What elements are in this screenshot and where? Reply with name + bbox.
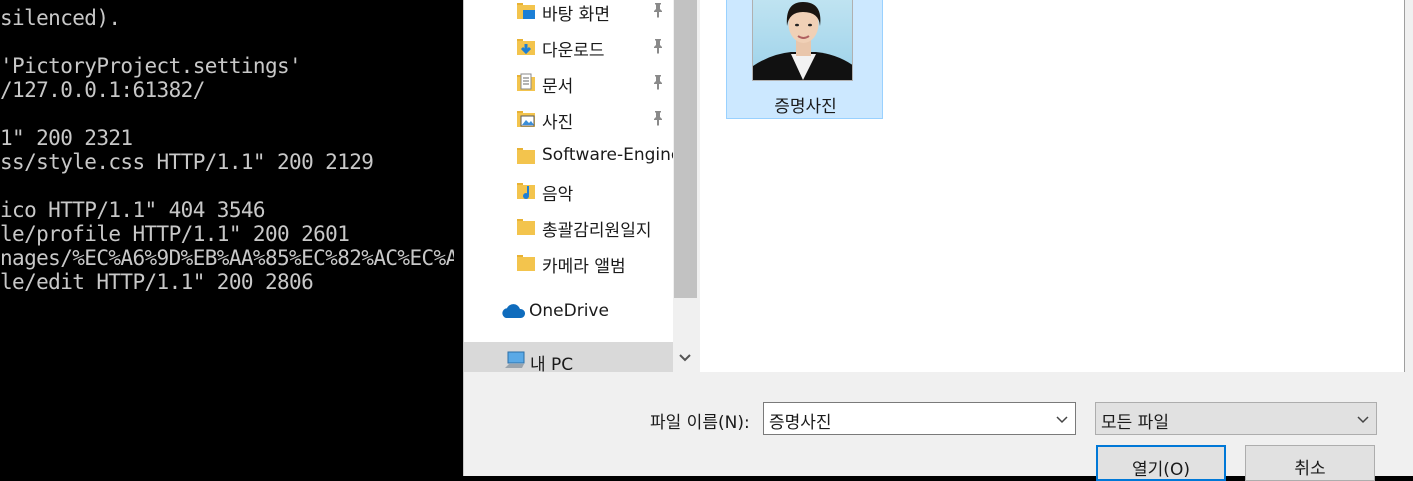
pin-icon	[654, 3, 662, 18]
pictures-folder-icon	[517, 111, 535, 127]
photo-thumbnail	[752, 0, 853, 81]
documents-folder-icon	[517, 73, 535, 91]
pin-icon	[654, 75, 662, 90]
nav-item-label: 내 PC	[530, 355, 574, 372]
downloads-folder-icon	[517, 39, 535, 55]
folder-icon	[517, 255, 535, 271]
nav-item-documents[interactable]: 문서	[464, 66, 673, 102]
filename-value: 증명사진	[769, 413, 832, 433]
filename-input[interactable]: 증명사진	[763, 402, 1076, 435]
console-line: 1" 200 2321	[0, 126, 133, 150]
nav-item-supervision-log[interactable]: 총괄감리원일지	[464, 210, 673, 246]
console-line: ss/style.css HTTP/1.1" 200 2129	[0, 150, 374, 174]
nav-item-label: OneDrive	[529, 301, 609, 321]
nav-item-desktop[interactable]: 바탕 화면	[464, 0, 673, 30]
nav-scrollbar[interactable]	[673, 0, 698, 372]
nav-item-this-pc[interactable]: 내 PC	[464, 342, 673, 372]
navigation-pane[interactable]: 바탕 화면 다운로드 문서 사진 Software-Engine 음악 총괄감리…	[464, 0, 673, 372]
folder-icon	[517, 148, 535, 164]
nav-item-label: 문서	[542, 77, 574, 97]
music-folder-icon	[517, 183, 535, 199]
open-button-label: 열기(O)	[1132, 460, 1190, 480]
dialog-footer: 파일 이름(N): 증명사진 모든 파일 열기(O) 취소	[464, 372, 1413, 481]
filename-label: 파일 이름(N):	[650, 413, 750, 433]
console-line: /127.0.0.1:61382/	[0, 78, 205, 102]
filetype-value: 모든 파일	[1101, 413, 1169, 433]
console-line: le/profile HTTP/1.1" 200 2601	[0, 222, 350, 246]
console-line: 'PictoryProject.settings'	[0, 54, 302, 78]
nav-item-downloads[interactable]: 다운로드	[464, 30, 673, 66]
open-file-dialog: 바탕 화면 다운로드 문서 사진 Software-Engine 음악 총괄감리…	[463, 0, 1413, 481]
portrait-image	[753, 2, 852, 80]
nav-item-camera-roll[interactable]: 카메라 앨범	[464, 246, 673, 282]
nav-item-music[interactable]: 음악	[464, 174, 673, 210]
nav-item-onedrive[interactable]: OneDrive	[464, 295, 673, 331]
nav-item-label: 카메라 앨범	[542, 257, 626, 277]
cancel-button-label: 취소	[1294, 459, 1326, 479]
console-line: le/edit HTTP/1.1" 200 2806	[0, 270, 314, 294]
console-line: silenced).	[0, 6, 121, 30]
folder-icon	[517, 219, 535, 235]
nav-item-label: 바탕 화면	[542, 5, 610, 25]
pin-icon	[654, 111, 662, 126]
pin-icon	[654, 39, 662, 54]
onedrive-cloud-icon	[502, 304, 526, 318]
nav-item-pictures[interactable]: 사진	[464, 102, 673, 138]
file-item[interactable]: 증명사진	[726, 0, 883, 119]
console-line: nages/%EC%A6%9D%EB%AA%85%EC%82%AC%EC%A7	[0, 246, 454, 270]
file-list[interactable]: 증명사진	[700, 0, 1405, 372]
nav-item-label: Software-Engine	[542, 145, 673, 165]
console-line: ico HTTP/1.1" 404 3546	[0, 198, 266, 222]
window-gap	[454, 0, 463, 476]
chevron-down-icon[interactable]	[1055, 412, 1069, 426]
nav-item-software-engine[interactable]: Software-Engine	[464, 139, 673, 175]
chevron-down-icon[interactable]	[1356, 412, 1370, 426]
nav-item-label: 다운로드	[542, 41, 605, 61]
this-pc-icon	[505, 351, 525, 368]
nav-item-label: 음악	[542, 185, 574, 205]
nav-item-label: 사진	[542, 113, 574, 133]
file-name: 증명사진	[774, 97, 837, 117]
console-window: silenced). 'PictoryProject.settings' /12…	[0, 0, 454, 476]
nav-item-label: 총괄감리원일지	[542, 221, 652, 241]
desktop-folder-icon	[517, 3, 535, 19]
scroll-down-icon[interactable]	[676, 348, 694, 368]
filetype-select[interactable]: 모든 파일	[1095, 402, 1377, 435]
scroll-thumb[interactable]	[674, 0, 697, 298]
